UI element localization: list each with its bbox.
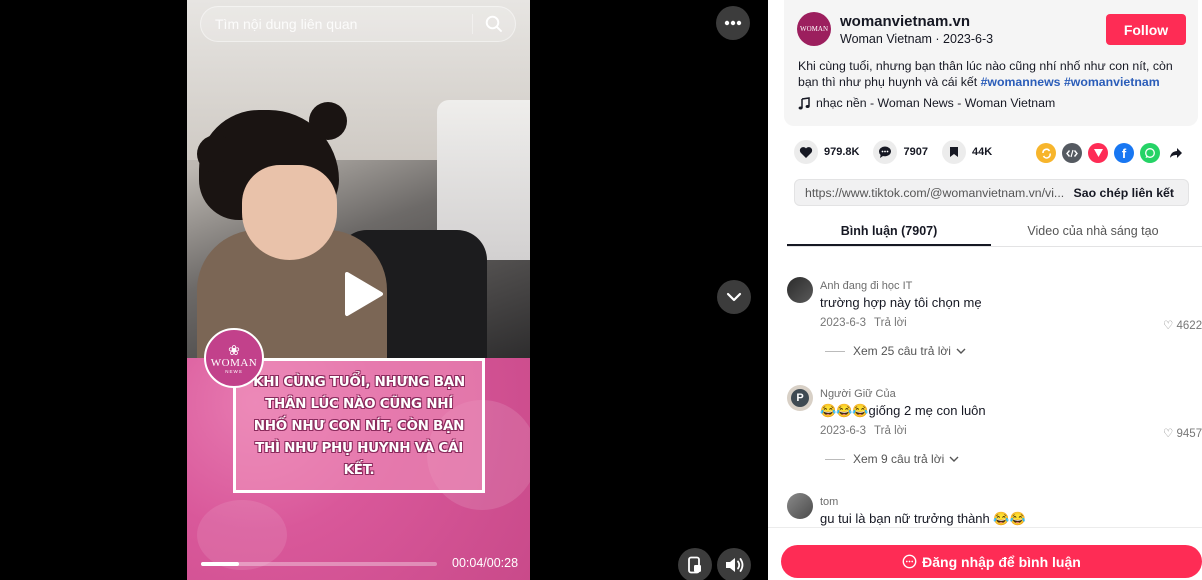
comment-meta: 2023-6-3 Trả lời [820, 317, 907, 329]
comment-avatar[interactable] [787, 493, 813, 519]
view-replies-label: Xem 9 câu trả lời [853, 452, 945, 466]
follow-button[interactable]: Follow [1106, 14, 1186, 45]
music-title: nhạc nền - Woman News - Woman Vietnam [816, 96, 1056, 110]
share-row: f [1036, 143, 1186, 163]
facebook-icon[interactable]: f [1114, 143, 1134, 163]
creator-avatar[interactable]: WOMAN [797, 12, 831, 46]
chevron-down-icon [956, 348, 966, 354]
view-replies-button[interactable]: Xem 25 câu trả lời [825, 344, 966, 358]
comment-like-count: 9457 [1176, 428, 1202, 440]
hashtag-link[interactable]: #womannews [981, 75, 1061, 89]
embed-icon[interactable] [1062, 143, 1082, 163]
tab-creator-videos[interactable]: Video của nhà sáng tạo [991, 215, 1195, 246]
hashtag-link[interactable]: #womanvietnam [1064, 75, 1160, 89]
search-button[interactable] [473, 7, 515, 41]
panel-tabs: Bình luận (7907) Video của nhà sáng tạo [787, 215, 1202, 247]
reply-button[interactable]: Trả lời [874, 317, 907, 329]
comment-list: Anh đang đi học IT trường hợp này tôi ch… [768, 262, 1202, 526]
person-hair-bun [309, 102, 347, 140]
video-caption: KHI CÙNG TUỔI, NHƯNG BẠN THÂN LÚC NÀO CŨ… [253, 373, 465, 478]
view-replies-button[interactable]: Xem 9 câu trả lời [825, 452, 959, 466]
comment-text: trường hợp này tôi chọn mẹ [820, 295, 982, 310]
logo-sub: NEWS [225, 368, 243, 374]
tab-comments[interactable]: Bình luận (7907) [787, 215, 991, 246]
play-icon [345, 272, 383, 316]
save-button[interactable]: 44K [941, 140, 993, 164]
person-hair-bun [197, 135, 235, 173]
search-input[interactable] [201, 7, 472, 41]
comment-login-bar: Đăng nhập để bình luận [768, 527, 1202, 580]
login-to-comment-button[interactable]: Đăng nhập để bình luận [781, 545, 1202, 578]
comment-meta: 2023-6-3 Trả lời [820, 425, 907, 437]
play-button[interactable] [338, 268, 388, 320]
video-caption-box: KHI CÙNG TUỔI, NHƯNG BẠN THÂN LÚC NÀO CŨ… [233, 358, 485, 493]
more-icon [724, 20, 742, 26]
chevron-down-icon [949, 456, 959, 462]
video-info-card: WOMAN womanvietnam.vn Woman Vietnam · 20… [784, 0, 1198, 126]
bookmark-icon [941, 140, 966, 164]
comment-username[interactable]: Anh đang đi học IT [820, 280, 912, 292]
comment-like-count: 4622 [1176, 320, 1202, 332]
repost-icon[interactable] [1036, 143, 1056, 163]
divider-line [825, 458, 845, 460]
volume-icon [726, 558, 744, 572]
comment-date: 2023-6-3 [820, 425, 867, 437]
volume-button[interactable] [717, 548, 751, 580]
details-panel: WOMAN womanvietnam.vn Woman Vietnam · 20… [768, 0, 1202, 580]
pip-icon [688, 556, 701, 574]
comment-like-button[interactable]: ♡ 4622 [1163, 318, 1202, 332]
search-icon [485, 15, 502, 32]
flower-icon: ❀ [228, 341, 240, 358]
login-label: Đăng nhập để bình luận [922, 553, 1081, 570]
heart-outline-icon: ♡ [1163, 320, 1174, 332]
video-player[interactable]: KHI CÙNG TUỔI, NHƯNG BẠN THÂN LÚC NÀO CŨ… [0, 0, 768, 580]
heart-icon [794, 140, 818, 164]
divider-line [825, 350, 845, 352]
pip-button[interactable] [678, 548, 712, 580]
more-options-button[interactable] [716, 6, 750, 40]
comment-button[interactable]: 7907 [873, 140, 928, 164]
view-replies-label: Xem 25 câu trả lời [853, 344, 951, 358]
creator-username[interactable]: womanvietnam.vn [840, 13, 970, 30]
share-arrow-icon[interactable] [1166, 143, 1186, 163]
comment-username[interactable]: Người Giữ Của [820, 388, 896, 400]
time-readout: 00:04/00:28 [452, 556, 519, 570]
music-link[interactable]: nhạc nền - Woman News - Woman Vietnam [798, 96, 1055, 110]
creator-subtitle: Woman Vietnam · 2023-6-3 [840, 32, 994, 46]
comment-icon [873, 140, 898, 164]
comment-count: 7907 [903, 146, 928, 158]
comment-date: 2023-6-3 [820, 317, 867, 329]
share-link-box: https://www.tiktok.com/@womanvietnam.vn/… [794, 179, 1189, 206]
music-note-icon [798, 96, 810, 109]
comment-avatar[interactable] [787, 277, 813, 303]
comment-like-button[interactable]: ♡ 9457 [1163, 426, 1202, 440]
telegram-icon[interactable] [1088, 143, 1108, 163]
next-video-button[interactable] [717, 280, 751, 314]
decor-blob [197, 500, 287, 570]
person-face [242, 165, 337, 260]
comment-avatar[interactable]: P [787, 385, 813, 411]
page-root: KHI CÙNG TUỔI, NHƯNG BẠN THÂN LÚC NÀO CŨ… [0, 0, 1202, 580]
comment-username[interactable]: tom [820, 496, 838, 508]
reply-button[interactable]: Trả lời [874, 425, 907, 437]
progress-bar[interactable] [201, 562, 437, 566]
avatar-letter: P [791, 389, 809, 407]
heart-outline-icon: ♡ [1163, 428, 1174, 440]
search-bar [200, 6, 516, 42]
woman-news-logo: ❀ WOMAN NEWS [204, 328, 264, 388]
like-button[interactable]: 979.8K [794, 140, 859, 164]
comment-text: 😂😂😂giống 2 mẹ con luôn [820, 403, 986, 418]
like-count: 979.8K [824, 146, 860, 158]
video-description: Khi cùng tuổi, nhưng bạn thân lúc nào cũ… [798, 59, 1188, 90]
comment-text: gu tui là bạn nữ trưởng thành 😂😂 [820, 511, 1026, 526]
engagement-stats: 979.8K 7907 44K [794, 140, 1006, 164]
copy-link-button[interactable]: Sao chép liên kết [1064, 186, 1188, 200]
chevron-down-icon [726, 292, 742, 302]
whatsapp-icon[interactable] [1140, 143, 1160, 163]
share-link-url[interactable]: https://www.tiktok.com/@womanvietnam.vn/… [795, 186, 1064, 200]
save-count: 44K [971, 146, 993, 158]
comment-bubble-icon [902, 554, 917, 569]
progress-fill [201, 562, 239, 566]
logo-word: WOMAN [210, 356, 258, 369]
